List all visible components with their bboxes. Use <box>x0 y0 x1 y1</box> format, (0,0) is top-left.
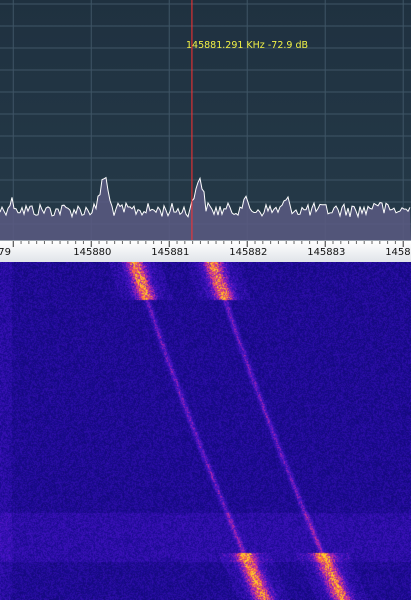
cursor-frequency: 145881.291 KHz <box>186 40 265 51</box>
tick-label: 145882 <box>229 247 268 258</box>
cursor-level: -72.9 dB <box>267 40 308 51</box>
tick-label: 145880 <box>73 247 112 258</box>
spectrum-plot[interactable] <box>0 0 411 240</box>
tick-label: 145883 <box>307 247 346 258</box>
waterfall-image <box>0 262 411 600</box>
frequency-axis[interactable]: 79 145880 145881 145882 145883 145884 <box>0 240 411 263</box>
waterfall-panel[interactable] <box>0 262 411 600</box>
sdr-spectrum-view: 145881.291 KHz -72.9 dB 79 145880 145881 14… <box>0 0 411 600</box>
spectrum-panel[interactable]: 145881.291 KHz -72.9 dB <box>0 0 411 240</box>
frequency-axis-ticks <box>12 241 404 247</box>
tick-label: 79 <box>0 247 11 258</box>
tick-label: 145881 <box>151 247 190 258</box>
tick-label: 145884 <box>385 247 411 258</box>
cursor-readout: 145881.291 KHz -72.9 dB <box>186 40 308 51</box>
